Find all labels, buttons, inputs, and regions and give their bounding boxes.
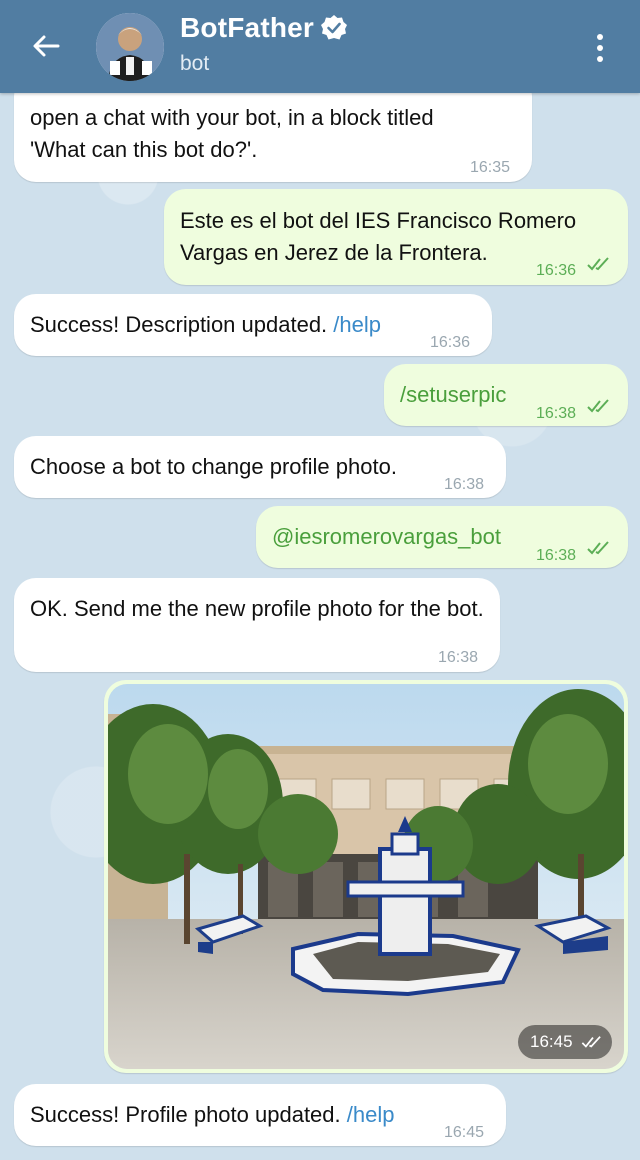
message-body: Success! Profile photo updated. (30, 1102, 341, 1127)
message-time: 16:36 (536, 262, 577, 279)
message-text: Success! Description updated. /help (30, 309, 381, 341)
message-text: OK. Send me the new profile photo for th… (30, 596, 484, 621)
courtyard-fountain-image (108, 684, 624, 1069)
message-time: 16:45 (530, 1032, 573, 1051)
message-outgoing-photo[interactable]: 16:45 (104, 680, 628, 1073)
message-time: 16:45 (444, 1124, 485, 1141)
message-list[interactable]: open a chat with your bot, in a block ti… (0, 0, 640, 1160)
message-text: Choose a bot to change profile photo. (30, 454, 397, 479)
message-text: open a chat with your bot, in a block ti… (30, 105, 434, 130)
message-outgoing[interactable]: Este es el bot del IES Francisco Romero … (164, 189, 628, 285)
message-text: Success! Profile photo updated. /help (30, 1099, 395, 1131)
verified-badge-icon (321, 15, 348, 40)
courtyard-photo[interactable] (108, 684, 624, 1069)
back-arrow-icon[interactable] (28, 28, 64, 64)
message-text: /setuserpic (400, 382, 507, 407)
message-incoming[interactable]: Success! Description updated. /help 16:3… (14, 294, 492, 356)
message-time: 16:36 (430, 334, 471, 351)
message-time: 16:38 (438, 649, 479, 666)
message-text: 'What can this bot do?'. (30, 137, 258, 162)
message-time: 16:38 (536, 547, 577, 564)
message-incoming[interactable]: Success! Profile photo updated. /help 16… (14, 1084, 506, 1146)
avatar[interactable] (96, 13, 164, 81)
message-incoming[interactable]: OK. Send me the new profile photo for th… (14, 578, 500, 672)
message-time: 16:38 (444, 476, 485, 493)
message-outgoing[interactable]: /setuserpic 16:38 (384, 364, 628, 426)
message-body: Success! Description updated. (30, 312, 328, 337)
chat-header: BotFather bot (0, 0, 640, 93)
botfather-avatar-icon (96, 13, 164, 81)
photo-time-pill: 16:45 (518, 1025, 612, 1059)
message-time: 16:38 (536, 405, 577, 422)
double-check-icon (587, 257, 609, 271)
help-command-link[interactable]: /help (347, 1102, 395, 1127)
message-text: @iesromerovargas_bot (272, 524, 501, 549)
double-check-icon (581, 1036, 601, 1048)
double-check-icon (587, 541, 609, 555)
message-incoming[interactable]: Choose a bot to change profile photo. 16… (14, 436, 506, 498)
message-time: 16:35 (470, 159, 511, 176)
chat-subtitle: bot (180, 52, 210, 75)
double-check-icon (587, 399, 609, 413)
chat-title: BotFather (180, 12, 315, 43)
message-outgoing[interactable]: @iesromerovargas_bot 16:38 (256, 506, 628, 568)
help-command-link[interactable]: /help (333, 312, 381, 337)
more-vert-icon[interactable] (590, 30, 610, 66)
